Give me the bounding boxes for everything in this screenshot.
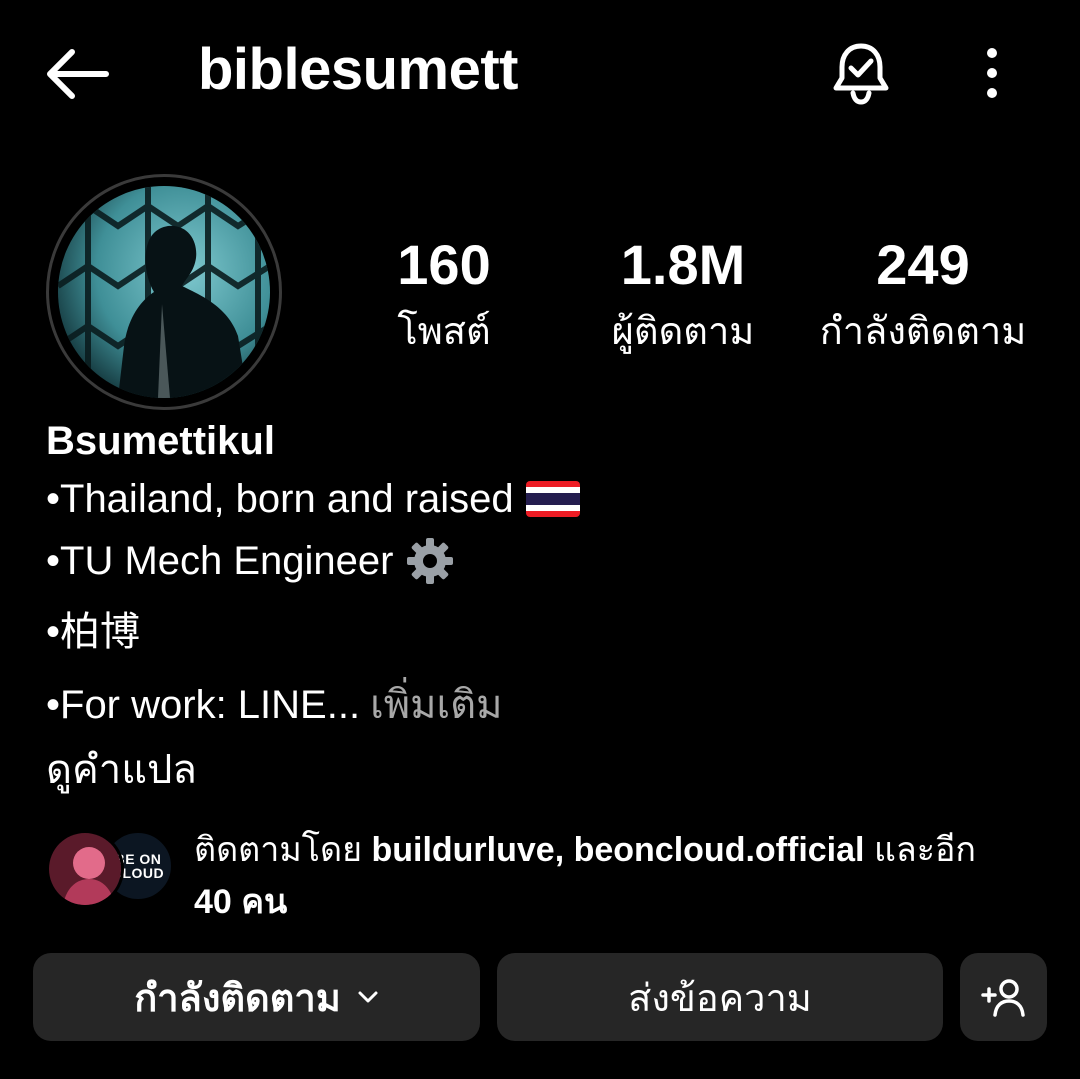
stat-following[interactable]: 249 กำลังติดตาม <box>793 232 1053 362</box>
followers-count: 1.8M <box>620 233 746 296</box>
mutual-count: 40 คน <box>194 883 288 921</box>
top-bar: biblesumett <box>0 0 1080 150</box>
back-button[interactable] <box>40 42 114 106</box>
following-count: 249 <box>876 233 970 296</box>
following-button[interactable]: กำลังติดตาม <box>33 953 480 1041</box>
suggested-users-button[interactable] <box>960 953 1047 1041</box>
add-person-icon <box>980 979 1025 1017</box>
profile-username: biblesumett <box>198 37 519 102</box>
mutual-followers[interactable]: BE ON CLOUD ติดตามโดย buildurluve, beonc… <box>46 818 1036 921</box>
stat-followers[interactable]: 1.8M ผู้ติดตาม <box>553 232 813 362</box>
mutual-names: buildurluve, beoncloud.official <box>371 831 865 869</box>
bio-line: •柏博 <box>46 592 1036 672</box>
following-label: กำลังติดตาม <box>819 311 1027 353</box>
posts-label: โพสต์ <box>397 311 491 353</box>
bio-line: •TU Mech Engineer <box>46 530 1036 592</box>
profile-bio: Bsumettikul •Thailand, born and raised •… <box>46 414 1036 802</box>
avatar-image <box>58 186 270 398</box>
bio-line-text: •Thailand, born and raised <box>46 477 514 521</box>
more-options-button[interactable] <box>968 40 1016 106</box>
profile-avatar[interactable] <box>46 174 282 410</box>
bio-line: •For work: LINE... เพิ่มเติม <box>46 672 1036 738</box>
bio-line: •Thailand, born and raised <box>46 468 1036 530</box>
bio-line-text: •For work: LINE... <box>46 683 361 727</box>
notifications-button[interactable] <box>826 38 896 108</box>
thailand-flag-icon <box>525 481 580 517</box>
see-translation-link[interactable]: ดูคำแปล <box>46 738 1036 802</box>
mutual-prefix: ติดตามโดย <box>194 831 363 869</box>
mutual-avatar-1 <box>46 830 124 908</box>
message-button-label: ส่งข้อความ <box>628 977 812 1020</box>
followers-label: ผู้ติดตาม <box>611 311 755 353</box>
message-button[interactable]: ส่งข้อความ <box>497 953 943 1041</box>
bio-line-text: •TU Mech Engineer <box>46 539 394 583</box>
bio-line-text: •柏博 <box>46 610 141 654</box>
bio-more-link[interactable]: เพิ่มเติม <box>370 672 502 738</box>
following-button-label: กำลังติดตาม <box>134 977 341 1020</box>
more-vertical-icon <box>987 48 997 98</box>
bell-check-icon <box>833 43 889 105</box>
stat-posts[interactable]: 160 โพสต์ <box>314 232 574 362</box>
full-name: Bsumettikul <box>46 419 275 463</box>
mutual-text: ติดตามโดย buildurluve, beoncloud.officia… <box>194 824 1034 928</box>
arrow-left-icon <box>47 49 109 99</box>
mutual-suffix: และอีก <box>873 831 976 869</box>
gear-icon <box>405 536 455 586</box>
chevron-down-icon <box>357 990 379 1004</box>
posts-count: 160 <box>397 233 491 296</box>
